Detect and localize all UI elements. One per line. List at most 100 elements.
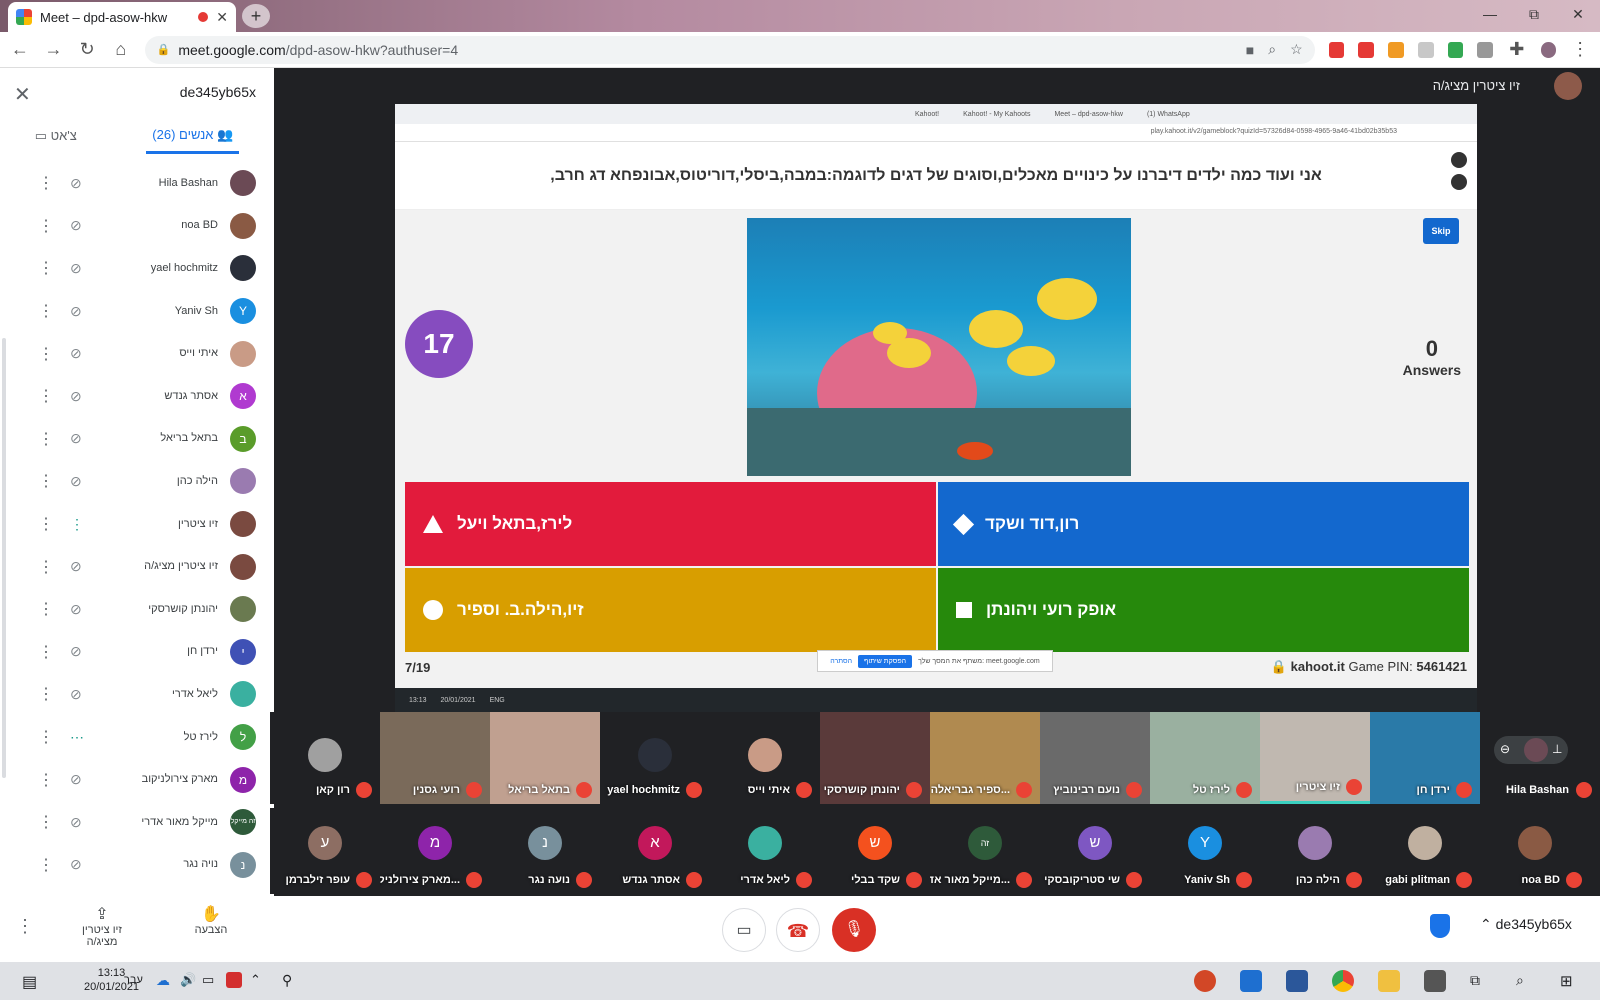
mic-muted-icon[interactable]: ⊘	[70, 388, 82, 405]
participant-options-icon[interactable]: ⋮	[38, 557, 54, 577]
video-tile[interactable]: נועם רבינוביץ	[1040, 712, 1150, 804]
video-tile[interactable]: ספיר גבריאלה...	[930, 712, 1040, 804]
participant-row[interactable]: ⋮ ⊘ נויה נגר נ	[0, 844, 274, 887]
volume-icon[interactable]	[1451, 174, 1467, 190]
answer-yellow[interactable]: זיו,הילה.ב. וספיר	[405, 568, 936, 652]
present-button[interactable]: ⇪ זיו ציטרין מציג/ה	[74, 904, 130, 948]
mic-muted-icon[interactable]: ⊘	[70, 260, 82, 277]
video-tile[interactable]: זה מייקל מאור אד...	[930, 808, 1040, 894]
end-call-button[interactable]: ☎	[776, 908, 820, 952]
participant-row[interactable]: ⋮ ⊘ מייקל מאור אדרי זה מייקל	[0, 801, 274, 844]
answer-red[interactable]: לירז,בתאל ויעל	[405, 482, 936, 566]
fullscreen-icon[interactable]	[1451, 152, 1467, 168]
participant-row[interactable]: ⋮ ⋯ לירז טל ל	[0, 716, 274, 759]
participant-options-icon[interactable]: ⋮	[38, 684, 54, 704]
tile-controls[interactable]: ⊖ ⊥	[1494, 736, 1568, 764]
participant-options-icon[interactable]: ⋮	[38, 258, 54, 278]
calculator-icon[interactable]	[1424, 970, 1446, 992]
participant-options-icon[interactable]: ⋮	[38, 770, 54, 790]
participant-row[interactable]: ⋮ ⊘ איתי וייס	[0, 332, 274, 375]
participant-options-icon[interactable]: ⋮	[38, 344, 54, 364]
video-tile[interactable]: נ נועה נגר	[490, 808, 600, 894]
extension-icon-4[interactable]	[1417, 41, 1434, 58]
participant-row[interactable]: ⋮ ⊘ מארק צירולניקוב מ	[0, 758, 274, 801]
video-tile[interactable]: ש שי סטריקובסקי	[1040, 808, 1150, 894]
participant-row[interactable]: ⋮ ⊘ noa BD	[0, 205, 274, 248]
participant-row[interactable]: ⋮ ⊘ Hila Bashan	[0, 162, 274, 205]
participant-row[interactable]: ⋮ ⊘ Yaniv Sh Y	[0, 290, 274, 333]
input-language[interactable]: עבר	[124, 974, 143, 986]
minimize-button[interactable]: —	[1468, 0, 1512, 30]
extension-icon-3[interactable]	[1388, 41, 1404, 58]
mic-muted-icon[interactable]: ⊘	[70, 771, 82, 788]
pin-tile-icon[interactable]: ⊥	[1552, 742, 1562, 756]
pdf-tray-icon[interactable]	[226, 972, 242, 988]
file-explorer-icon[interactable]	[1378, 970, 1400, 992]
extensions-puzzle-icon[interactable]: ✚	[1507, 39, 1527, 60]
browser-tab-meet[interactable]: Meet – dpd-asow-hkw ✕	[8, 2, 236, 32]
share-hide-button[interactable]: הסתרה	[830, 658, 852, 665]
skip-button[interactable]: Skip	[1423, 218, 1459, 244]
participant-row[interactable]: ⋮ ⊘ ירדן חן י	[0, 631, 274, 674]
extension-icon-6[interactable]	[1477, 41, 1493, 58]
participant-options-icon[interactable]: ⋮	[38, 812, 54, 832]
back-icon[interactable]: ←	[10, 39, 30, 60]
volume-tray-icon[interactable]: 🔊	[180, 972, 196, 988]
video-tile[interactable]: רועי גסנין	[380, 712, 490, 804]
reload-icon[interactable]: ↻	[77, 39, 97, 60]
tab-people[interactable]: אנשים (26) 👥	[146, 119, 240, 154]
maximize-button[interactable]: ⧉	[1512, 0, 1556, 30]
mic-muted-icon[interactable]: ⊘	[70, 473, 82, 490]
meeting-details[interactable]: ⌃ de345yb65x	[1480, 916, 1572, 933]
new-tab-button[interactable]: +	[242, 4, 270, 28]
address-bar[interactable]: 🔒 meet.google.com /dpd-asow-hkw?authuser…	[144, 35, 1315, 64]
show-hidden-icons[interactable]: ⌃	[250, 972, 261, 988]
people-tray-icon[interactable]: ⚲	[282, 972, 292, 989]
forward-icon[interactable]: →	[44, 39, 64, 60]
video-tile[interactable]: gabi plitman	[1370, 808, 1480, 894]
powerpoint-icon[interactable]	[1194, 970, 1216, 992]
mic-muted-icon[interactable]: ⊘	[70, 601, 82, 618]
participant-row[interactable]: ⋮ ⊘ yael hochmitz	[0, 247, 274, 290]
mic-muted-icon[interactable]: ⊘	[70, 430, 82, 447]
participant-options-icon[interactable]: ⋮	[38, 173, 54, 193]
participant-options-icon[interactable]: ⋮	[38, 642, 54, 662]
more-options-icon[interactable]: ⋮	[16, 916, 34, 937]
video-tile[interactable]: זיו ציטרין	[1260, 712, 1370, 804]
participant-row[interactable]: ⋮ ⊘ יהונתן קושרסקי	[0, 588, 274, 631]
tab-chat[interactable]: ▭ צ'אט	[35, 128, 77, 144]
video-tile[interactable]: yael hochmitz	[600, 712, 710, 804]
task-view-icon[interactable]: ⧉	[1470, 972, 1480, 989]
video-tile[interactable]: ע עופר זילברמן	[270, 808, 380, 894]
extension-icon-1[interactable]	[1328, 41, 1345, 58]
participant-row[interactable]: ⋮ ⊘ אסתר גנדש א	[0, 375, 274, 418]
mic-muted-icon[interactable]: ⊘	[70, 686, 82, 703]
video-tile[interactable]: בתאל בריאל	[490, 712, 600, 804]
search-icon[interactable]: ⌕	[1516, 972, 1524, 989]
video-tile[interactable]: א אסתר גנדש	[600, 808, 710, 894]
browser-menu-icon[interactable]: ⋮	[1570, 39, 1590, 60]
chrome-icon[interactable]	[1332, 970, 1354, 992]
participant-row[interactable]: ⋮ ⊘ הילה כהן	[0, 460, 274, 503]
participant-options-icon[interactable]: ⋮	[38, 727, 54, 747]
profile-avatar[interactable]	[1540, 41, 1557, 58]
video-tile[interactable]: ש שקד בבלי	[820, 808, 930, 894]
mic-muted-icon[interactable]: ⊘	[70, 558, 82, 575]
camera-toggle-button[interactable]: ▭	[722, 908, 766, 952]
word-icon[interactable]	[1286, 970, 1308, 992]
participant-row[interactable]: ⋮ ⊘ זיו ציטרין מציג/ה	[0, 545, 274, 588]
close-panel-icon[interactable]: ✕	[14, 82, 31, 107]
participant-options-icon[interactable]: ⋮	[38, 216, 54, 236]
mic-muted-icon[interactable]: ⊘	[70, 345, 82, 362]
camera-indicator-icon[interactable]: ■	[1246, 42, 1254, 58]
mic-toggle-button[interactable]: 🎙	[832, 908, 876, 952]
mic-muted-icon[interactable]: ⊘	[70, 303, 82, 320]
video-tile[interactable]: מ מארק צירולניק...	[380, 808, 490, 894]
zoom-icon[interactable]: ⌕	[1268, 41, 1276, 58]
close-tab-icon[interactable]: ✕	[216, 9, 228, 26]
participant-options-icon[interactable]: ⋮	[38, 514, 54, 534]
close-window-button[interactable]: ✕	[1556, 0, 1600, 30]
host-controls-shield-icon[interactable]	[1430, 914, 1450, 938]
participant-options-icon[interactable]: ⋮	[38, 471, 54, 491]
answer-green[interactable]: אופק רועי ויהונתן	[938, 568, 1469, 652]
